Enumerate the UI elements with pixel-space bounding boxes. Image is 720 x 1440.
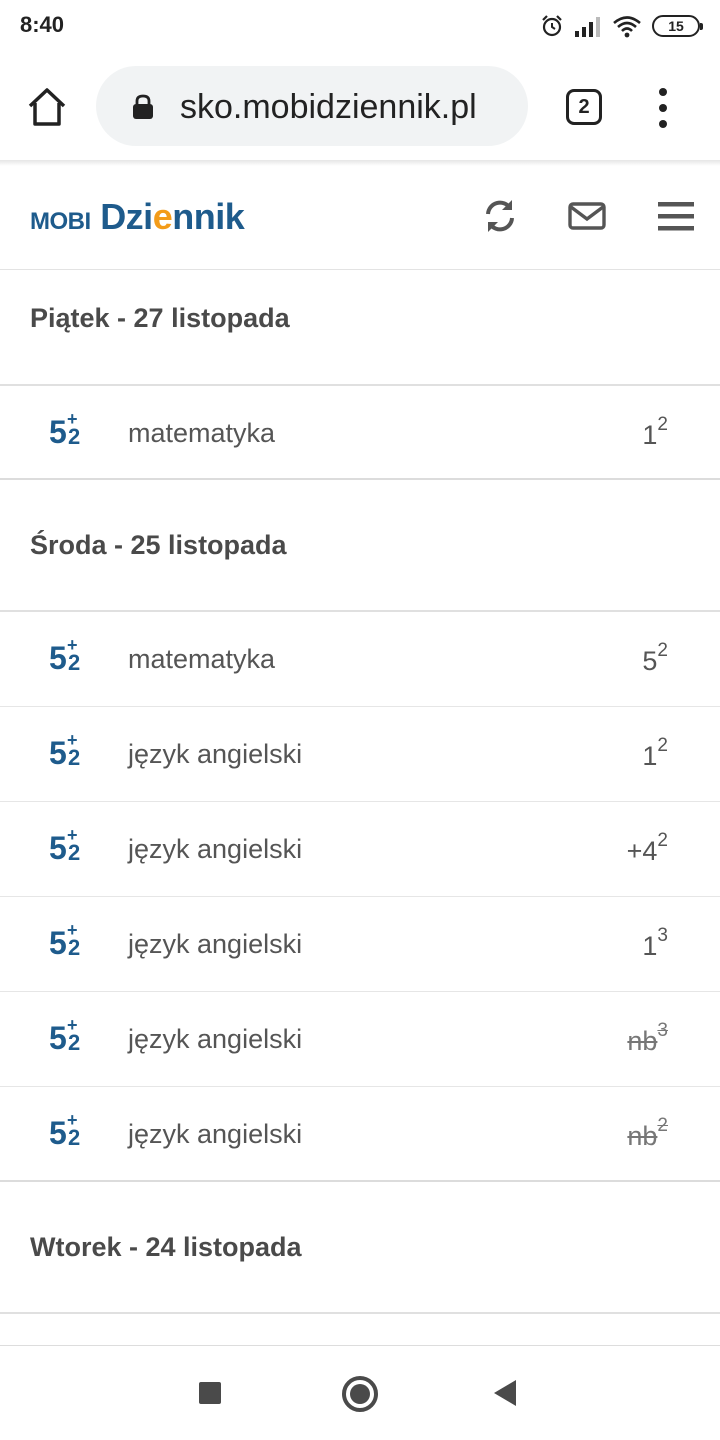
hamburger-menu-icon[interactable] bbox=[656, 196, 696, 236]
back-icon[interactable] bbox=[494, 1380, 516, 1406]
grade-icon: 5 +2 bbox=[49, 920, 81, 961]
status-icons: 15 bbox=[540, 11, 703, 41]
subject-name: język angielski bbox=[128, 834, 303, 864]
lock-icon bbox=[133, 94, 153, 119]
battery-icon: 15 bbox=[652, 15, 703, 37]
subject-name: język angielski bbox=[128, 1024, 303, 1054]
app-header: mobi Dziennik bbox=[0, 166, 720, 270]
grades-list: Piątek - 27 listopada 5 +2 matematyka 12 … bbox=[0, 271, 720, 1314]
grade-icon: 5 +2 bbox=[49, 1110, 81, 1151]
system-navigation-bar bbox=[0, 1345, 720, 1440]
refresh-icon[interactable] bbox=[480, 196, 520, 236]
subject-name: język angielski bbox=[128, 929, 303, 959]
grade-value: nb2 bbox=[627, 1115, 668, 1151]
alarm-icon bbox=[542, 15, 562, 37]
signal-icon bbox=[575, 17, 600, 37]
grade-value: 12 bbox=[642, 414, 668, 450]
grade-icon: 5 +2 bbox=[49, 825, 81, 866]
subject-name: język angielski bbox=[128, 1119, 303, 1149]
grade-value: 52 bbox=[642, 640, 668, 676]
day-header: Piątek - 27 listopada bbox=[0, 271, 720, 386]
day-header: Środa - 25 listopada bbox=[0, 480, 720, 612]
address-bar[interactable]: sko.mobidziennik.pl bbox=[96, 66, 528, 146]
home-icon[interactable] bbox=[26, 86, 68, 128]
grade-row[interactable]: 5 +2 język angielski +42 bbox=[0, 802, 720, 897]
grade-value: 13 bbox=[642, 925, 668, 961]
grade-row[interactable]: 5 +2 język angielski nb3 bbox=[0, 992, 720, 1087]
home-nav-icon[interactable] bbox=[342, 1376, 378, 1412]
more-options-icon[interactable] bbox=[654, 88, 672, 128]
grade-row[interactable]: 5 +2 matematyka 12 bbox=[0, 386, 720, 480]
day-label: Piątek - 27 listopada bbox=[30, 303, 290, 333]
day-label: Środa - 25 listopada bbox=[30, 530, 287, 560]
subject-name: matematyka bbox=[128, 418, 276, 448]
grade-icon: 5 +2 bbox=[49, 730, 81, 771]
tab-switcher-button[interactable]: 2 bbox=[566, 89, 602, 125]
status-time: 8:40 bbox=[20, 12, 65, 37]
wifi-icon bbox=[613, 16, 641, 38]
grade-icon: 5 +2 bbox=[49, 1015, 81, 1056]
grade-value: +42 bbox=[626, 830, 668, 866]
recents-icon[interactable] bbox=[199, 1382, 221, 1404]
grade-row[interactable]: 5 +2 język angielski nb2 bbox=[0, 1087, 720, 1182]
browser-toolbar: sko.mobidziennik.pl 2 bbox=[0, 52, 720, 162]
subject-name: język angielski bbox=[128, 739, 303, 769]
day-label: Wtorek - 24 listopada bbox=[30, 1232, 302, 1262]
url-text: sko.mobidziennik.pl bbox=[180, 88, 477, 126]
grade-value: nb3 bbox=[627, 1020, 668, 1056]
grade-icon: 5 +2 bbox=[49, 409, 81, 450]
day-header: Wtorek - 24 listopada bbox=[0, 1182, 720, 1314]
subject-name: matematyka bbox=[128, 644, 276, 674]
mail-icon[interactable] bbox=[567, 196, 607, 236]
grade-row[interactable]: 5 +2 język angielski 13 bbox=[0, 897, 720, 992]
mobidziennik-logo[interactable]: mobi Dziennik bbox=[30, 196, 245, 238]
grade-row[interactable]: 5 +2 język angielski 12 bbox=[0, 707, 720, 802]
grade-value: 12 bbox=[642, 735, 668, 771]
status-bar: 8:40 15 bbox=[0, 0, 720, 52]
grade-icon: 5 +2 bbox=[49, 635, 81, 676]
grade-row[interactable]: 5 +2 matematyka 52 bbox=[0, 612, 720, 707]
